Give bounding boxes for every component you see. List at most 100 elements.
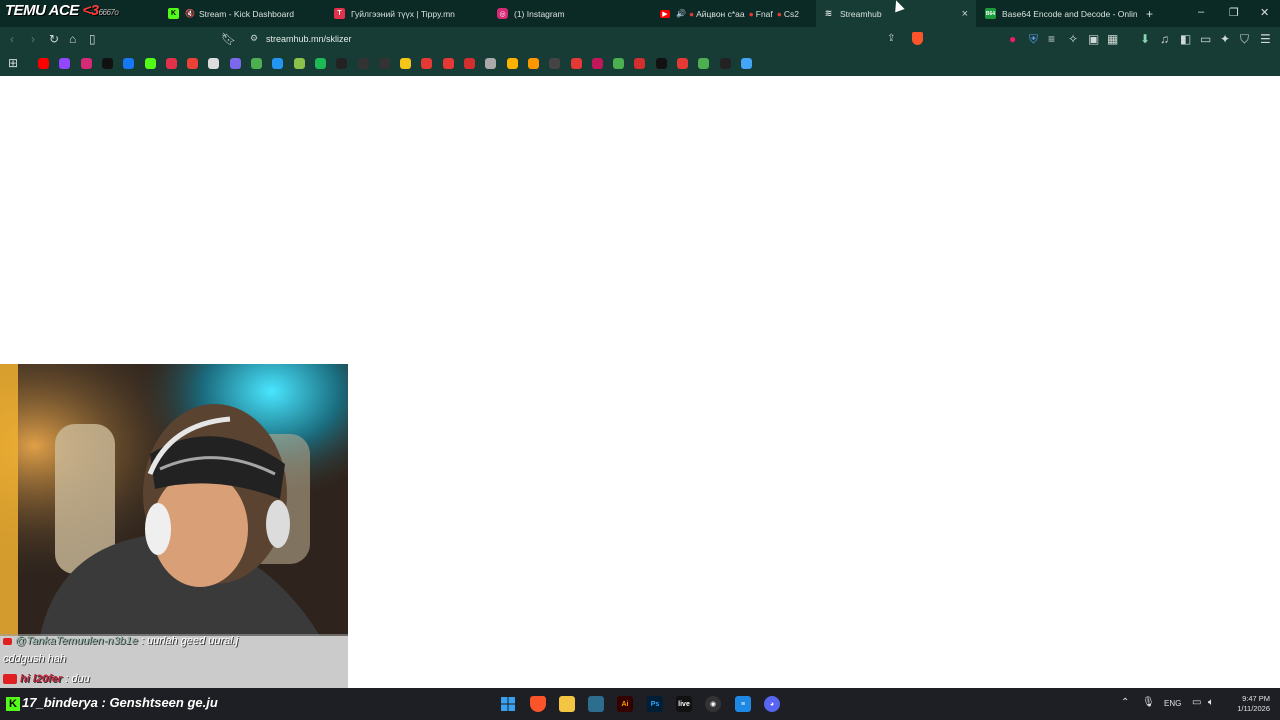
green-dot-icon[interactable]: [698, 58, 710, 69]
twitch-icon[interactable]: [59, 58, 71, 69]
google-icon[interactable]: [378, 58, 390, 69]
clock[interactable]: 9:47 PM 1/11/2026: [1228, 694, 1270, 714]
speaker-icon[interactable]: 🔊: [676, 9, 686, 18]
notepad-icon[interactable]: ≡: [735, 696, 751, 712]
orange-icon[interactable]: [527, 58, 539, 69]
gmail-icon[interactable]: [187, 58, 199, 69]
photoshop-icon[interactable]: Ps: [647, 696, 663, 712]
apps-icon[interactable]: ⊞: [8, 56, 18, 70]
app-icon[interactable]: [588, 696, 604, 712]
brave-browser-icon[interactable]: [530, 696, 546, 712]
base64-icon: B64: [985, 8, 996, 19]
grid-icon[interactable]: ▦: [1107, 32, 1118, 46]
facebook-icon[interactable]: [123, 58, 135, 69]
v-icon[interactable]: [229, 58, 241, 69]
film-icon[interactable]: [336, 58, 348, 69]
check-icon[interactable]: [272, 58, 284, 69]
windows-start-icon[interactable]: [500, 696, 516, 712]
forward-icon[interactable]: ›: [31, 32, 35, 46]
tab-base64[interactable]: B64 Base64 Encode and Decode - Online: [985, 0, 1137, 27]
tab-tippy[interactable]: T Гуйлгээний түүх | Tippy.mn: [334, 0, 490, 27]
leo-ai-icon[interactable]: ✦: [1220, 32, 1230, 46]
spotify-like-icon[interactable]: [314, 58, 326, 69]
instagram-icon[interactable]: [80, 58, 92, 69]
discord-icon[interactable]: ◕: [764, 696, 780, 712]
tab-kick-dashboard[interactable]: K 🔇 Stream - Kick Dashboard: [168, 0, 324, 27]
tab-instagram[interactable]: ◎ (1) Instagram: [497, 0, 653, 27]
download-icon[interactable]: ⬇: [1140, 32, 1150, 46]
close-window-button[interactable]: ✕: [1260, 6, 1269, 19]
g-icon[interactable]: [613, 58, 625, 69]
skull-icon[interactable]: [400, 58, 412, 69]
diamond-icon[interactable]: [208, 58, 220, 69]
tab-label: Streamhub: [840, 8, 882, 19]
screenshot-icon[interactable]: ▣: [1088, 32, 1099, 46]
dark-circle-icon[interactable]: [719, 58, 731, 69]
kick-icon: K: [6, 697, 20, 711]
restore-button[interactable]: ❐: [1229, 6, 1239, 19]
tippy-icon[interactable]: [165, 58, 177, 69]
illustrator-icon[interactable]: Ai: [617, 696, 633, 712]
chat-message: @TankaTemuulen-n3b1e : uurlah geed uural…: [3, 635, 238, 647]
vpn-icon[interactable]: ⛉: [1240, 32, 1249, 47]
date: 1/11/2026: [1237, 704, 1270, 713]
download-icon[interactable]: [251, 58, 262, 69]
microphone-icon[interactable]: 🎙︎: [1142, 697, 1155, 708]
kick-icon[interactable]: [144, 58, 156, 69]
tiktok-icon[interactable]: [101, 58, 113, 69]
youtube-icon[interactable]: [38, 58, 49, 69]
extension-icon[interactable]: ●: [1009, 32, 1016, 46]
globe-icon[interactable]: [485, 58, 497, 69]
stream-extension-icon[interactable]: ≡: [1048, 32, 1055, 46]
live-icon[interactable]: live: [676, 696, 692, 712]
reload-icon[interactable]: ↻: [49, 32, 59, 46]
muted-speaker-icon[interactable]: 🔇: [185, 9, 195, 18]
close-icon[interactable]: ×: [962, 8, 968, 20]
w-icon[interactable]: [591, 58, 603, 69]
minimize-button[interactable]: –: [1198, 6, 1204, 18]
puzzle-icon[interactable]: ✧: [1068, 32, 1078, 46]
back-icon[interactable]: ‹: [10, 32, 14, 46]
tab-label: Айцвон с*аа: [696, 8, 745, 19]
volume-icon[interactable]: 🔈︎: [1208, 697, 1214, 708]
language-indicator[interactable]: ENG: [1164, 699, 1181, 708]
network-icon[interactable]: ▭: [1192, 697, 1201, 708]
coin-icon[interactable]: [506, 58, 518, 69]
share-icon[interactable]: ⇪: [887, 33, 895, 44]
site-settings-icon[interactable]: ⚙: [250, 33, 258, 44]
home-icon[interactable]: ⌂: [69, 32, 76, 46]
grid-icon[interactable]: [677, 58, 688, 69]
streamer-camera-image: [0, 364, 348, 636]
wallet-icon[interactable]: ▭: [1200, 32, 1211, 46]
sparkle-icon[interactable]: [740, 58, 752, 69]
glasses-icon[interactable]: [549, 58, 561, 69]
file-explorer-icon[interactable]: [559, 696, 575, 712]
chevron-up-icon[interactable]: ⌃: [1121, 697, 1129, 708]
bookmark-icon[interactable]: 🔖︎: [221, 32, 236, 46]
tippy-icon: T: [334, 8, 345, 19]
r-icon[interactable]: [634, 58, 646, 69]
red-dot-icon: ●: [688, 8, 695, 19]
stream-overlay-title: TEMU ACE <36667o: [5, 2, 119, 19]
music-icon[interactable]: ♫: [1160, 32, 1169, 46]
c-icon[interactable]: [655, 58, 667, 69]
x-icon[interactable]: [442, 58, 454, 69]
menu-icon[interactable]: ☰: [1260, 32, 1271, 46]
url-input[interactable]: streamhub.mn/sklizer: [266, 34, 352, 44]
obs-icon[interactable]: ◉: [705, 696, 721, 712]
tab-label: Base64 Encode and Decode - Online: [1002, 8, 1137, 19]
sidebar-toggle-icon[interactable]: ▯: [89, 32, 96, 46]
shield-extension-icon[interactable]: ⛨: [1029, 32, 1038, 47]
brave-shields-icon[interactable]: [912, 32, 923, 45]
kick-icon: K: [168, 8, 179, 19]
heart-icon[interactable]: [421, 58, 433, 69]
sidebar-icon[interactable]: ◧: [1180, 32, 1191, 46]
box-icon[interactable]: [464, 58, 475, 69]
address-bar[interactable]: ⚙ streamhub.mn/sklizer ⇪: [244, 30, 934, 50]
tab-youtube[interactable]: ▶ 🔊 ● Айцвон с*аа ● Fnaf ● Cs2: [660, 0, 810, 27]
new-tab-button[interactable]: +: [1146, 0, 1160, 27]
instagram-icon: ◎: [497, 8, 508, 19]
dot-icon[interactable]: [570, 58, 582, 69]
circle-icon[interactable]: [357, 58, 369, 69]
stream-icon[interactable]: [293, 58, 305, 69]
